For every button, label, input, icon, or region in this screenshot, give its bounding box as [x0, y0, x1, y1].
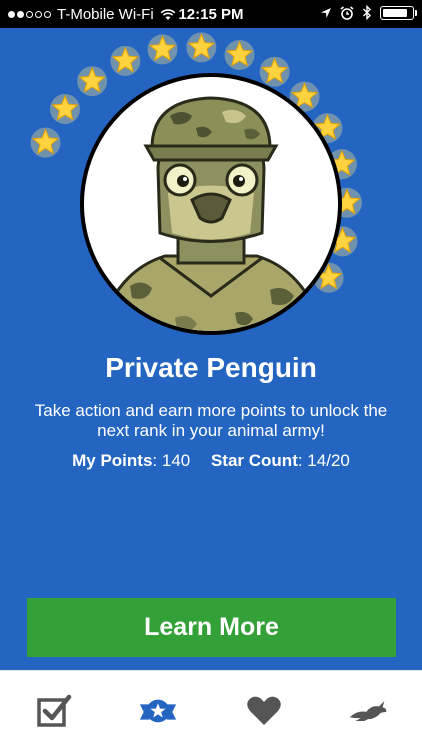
rank-title: Private Penguin [105, 352, 317, 383]
learn-more-button[interactable]: Learn More [27, 598, 396, 657]
rank-screen: Private Penguin Take action and earn mor… [0, 28, 422, 670]
star-count-value: : 14/20 [297, 451, 350, 470]
checkbox-icon [37, 694, 72, 727]
battery-icon [380, 5, 417, 20]
alarm-clock-icon [340, 5, 354, 20]
rank-avatar-area [0, 28, 422, 358]
bluetooth-icon [363, 5, 371, 20]
location-arrow-icon [321, 7, 331, 18]
tab-actions[interactable] [34, 691, 74, 731]
status-bar: T-Mobile Wi-Fi 12:15 PM [0, 0, 422, 28]
star-count-label: Star Count [210, 451, 298, 470]
tab-rank[interactable] [138, 691, 178, 731]
tab-bar [0, 670, 422, 751]
rank-description: Take action and earn more points to unlo… [34, 401, 388, 440]
tab-animals[interactable] [348, 691, 388, 731]
battery-level [383, 8, 407, 17]
points-stat: My Points: 140 [72, 451, 190, 471]
points-value: : 140 [152, 451, 191, 470]
rank-illustration [30, 32, 362, 335]
heart-icon [247, 696, 281, 725]
points-label: My Points [72, 451, 153, 470]
rabbit-icon [349, 701, 387, 721]
star-count-stat: Star Count: 14/20 [211, 451, 350, 471]
status-right [320, 5, 417, 20]
rank-stats: My Points: 140 Star Count: 14/20 [0, 451, 422, 471]
tab-favorites[interactable] [244, 691, 284, 731]
rank-badge-icon [139, 699, 177, 723]
